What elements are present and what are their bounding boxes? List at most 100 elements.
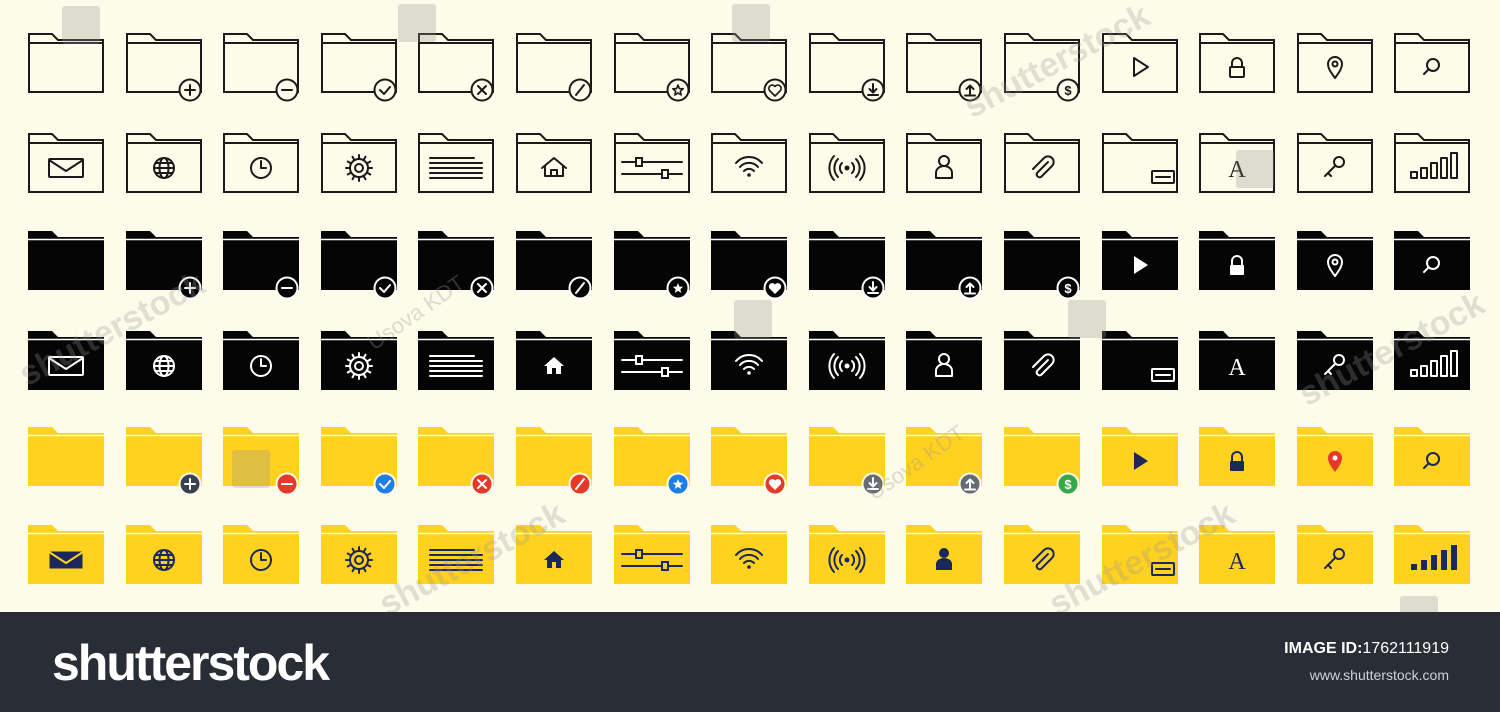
folder-document-icon (418, 331, 495, 390)
site-url[interactable]: www.shutterstock.com (1310, 667, 1449, 683)
folder-heart-icon (711, 427, 788, 496)
folder-remove-icon (223, 231, 300, 300)
svg-text:$: $ (1064, 477, 1072, 492)
folder-wifi-icon (711, 331, 788, 390)
folder-location-icon (1296, 427, 1373, 486)
folder-check-icon (320, 427, 397, 496)
folder-upload-icon (906, 33, 983, 102)
image-id-label: IMAGE ID: (1284, 640, 1363, 657)
svg-text:A: A (1229, 355, 1247, 381)
folder-signal-icon (1394, 331, 1471, 390)
folder-search-icon (1394, 427, 1471, 486)
folder-star-icon (613, 231, 690, 300)
folder-check-icon (320, 231, 397, 300)
folder-clock-icon (223, 133, 300, 193)
folder-search-icon (1394, 231, 1471, 290)
folder-card-icon (1101, 331, 1178, 390)
folder-clock-icon (223, 525, 300, 584)
folder-check-icon (320, 33, 397, 102)
folder-signal-icon (1394, 133, 1471, 193)
folder-user-icon (906, 133, 983, 193)
folder-user-icon (906, 331, 983, 390)
folder-add-icon (125, 231, 202, 300)
folder-broadcast-icon (808, 525, 885, 584)
folder-wifi-icon (711, 525, 788, 584)
folder-lock-icon (1199, 427, 1276, 486)
folder-broadcast-icon (808, 133, 885, 193)
folder-wifi-icon (711, 133, 788, 193)
folder-globe-icon (125, 133, 202, 193)
folder-dollar-icon: $ (1004, 33, 1080, 102)
folder-home-icon (516, 525, 592, 584)
folder-play-icon (1101, 427, 1178, 486)
image-id-value: 1762111919 (1362, 640, 1449, 657)
folder-delete-icon (418, 231, 495, 300)
folder-star-icon (613, 33, 690, 102)
folder-download-icon (808, 33, 885, 102)
folder-document-icon (418, 133, 495, 193)
image-id: IMAGE ID:1762111919 (1284, 640, 1449, 658)
folder-signal-icon (1394, 525, 1471, 584)
folder-download-icon (808, 231, 885, 300)
folder-dollar-icon: $ (1004, 231, 1080, 300)
folder-attachment-icon (1004, 525, 1080, 584)
folder-globe-icon (125, 525, 202, 584)
brand-logo[interactable]: shutterstock (52, 638, 330, 688)
folder-settings-icon (320, 133, 397, 193)
folder-key-icon (1296, 133, 1373, 193)
folder-download-icon (808, 427, 885, 496)
folder-sliders-icon (613, 331, 690, 390)
folder-heart-icon (711, 231, 788, 300)
folder-user-icon (906, 525, 983, 584)
folder-plain-icon (28, 33, 104, 93)
svg-text:A: A (1229, 549, 1247, 575)
folder-remove-icon (223, 427, 300, 496)
folder-heart-icon (711, 33, 788, 102)
folder-mail-icon (28, 525, 104, 584)
folder-upload-icon (906, 427, 983, 496)
icon-sheet: $ A $ A $ A (0, 0, 1500, 612)
folder-globe-icon (125, 331, 202, 390)
folder-card-icon (1101, 133, 1178, 193)
folder-document-icon (418, 525, 495, 584)
folder-home-icon (516, 331, 592, 390)
folder-card-icon (1101, 525, 1178, 584)
folder-upload-icon (906, 231, 983, 300)
folder-play-icon (1101, 231, 1178, 290)
folder-blocked-icon (516, 427, 592, 496)
folder-blocked-icon (516, 231, 592, 300)
folder-star-icon (613, 427, 690, 496)
folder-clock-icon (223, 331, 300, 390)
folder-attachment-icon (1004, 133, 1080, 193)
svg-text:$: $ (1064, 281, 1072, 296)
folder-play-icon (1101, 33, 1178, 93)
folder-lock-icon (1199, 33, 1276, 93)
folder-plain-icon (28, 231, 104, 290)
folder-sliders-icon (613, 525, 690, 584)
folder-key-icon (1296, 331, 1373, 390)
folder-settings-icon (320, 525, 397, 584)
folder-broadcast-icon (808, 331, 885, 390)
footer-bar: shutterstock IMAGE ID:1762111919 www.shu… (0, 612, 1500, 712)
folder-settings-icon (320, 331, 397, 390)
folder-location-icon (1296, 33, 1373, 93)
folder-font-icon: A (1199, 331, 1276, 390)
svg-text:$: $ (1064, 83, 1072, 98)
folder-dollar-icon: $ (1004, 427, 1080, 496)
folder-add-icon (125, 33, 202, 102)
folder-font-icon: A (1199, 525, 1276, 584)
folder-blocked-icon (516, 33, 592, 102)
folder-attachment-icon (1004, 331, 1080, 390)
svg-text:A: A (1229, 157, 1247, 183)
folder-mail-icon (28, 331, 104, 390)
folder-lock-icon (1199, 231, 1276, 290)
folder-delete-icon (418, 33, 495, 102)
folder-remove-icon (223, 33, 300, 102)
folder-mail-icon (28, 133, 104, 193)
folder-sliders-icon (613, 133, 690, 193)
folder-key-icon (1296, 525, 1373, 584)
folder-font-icon: A (1199, 133, 1276, 193)
folder-delete-icon (418, 427, 495, 496)
folder-location-icon (1296, 231, 1373, 290)
folder-plain-icon (28, 427, 104, 486)
